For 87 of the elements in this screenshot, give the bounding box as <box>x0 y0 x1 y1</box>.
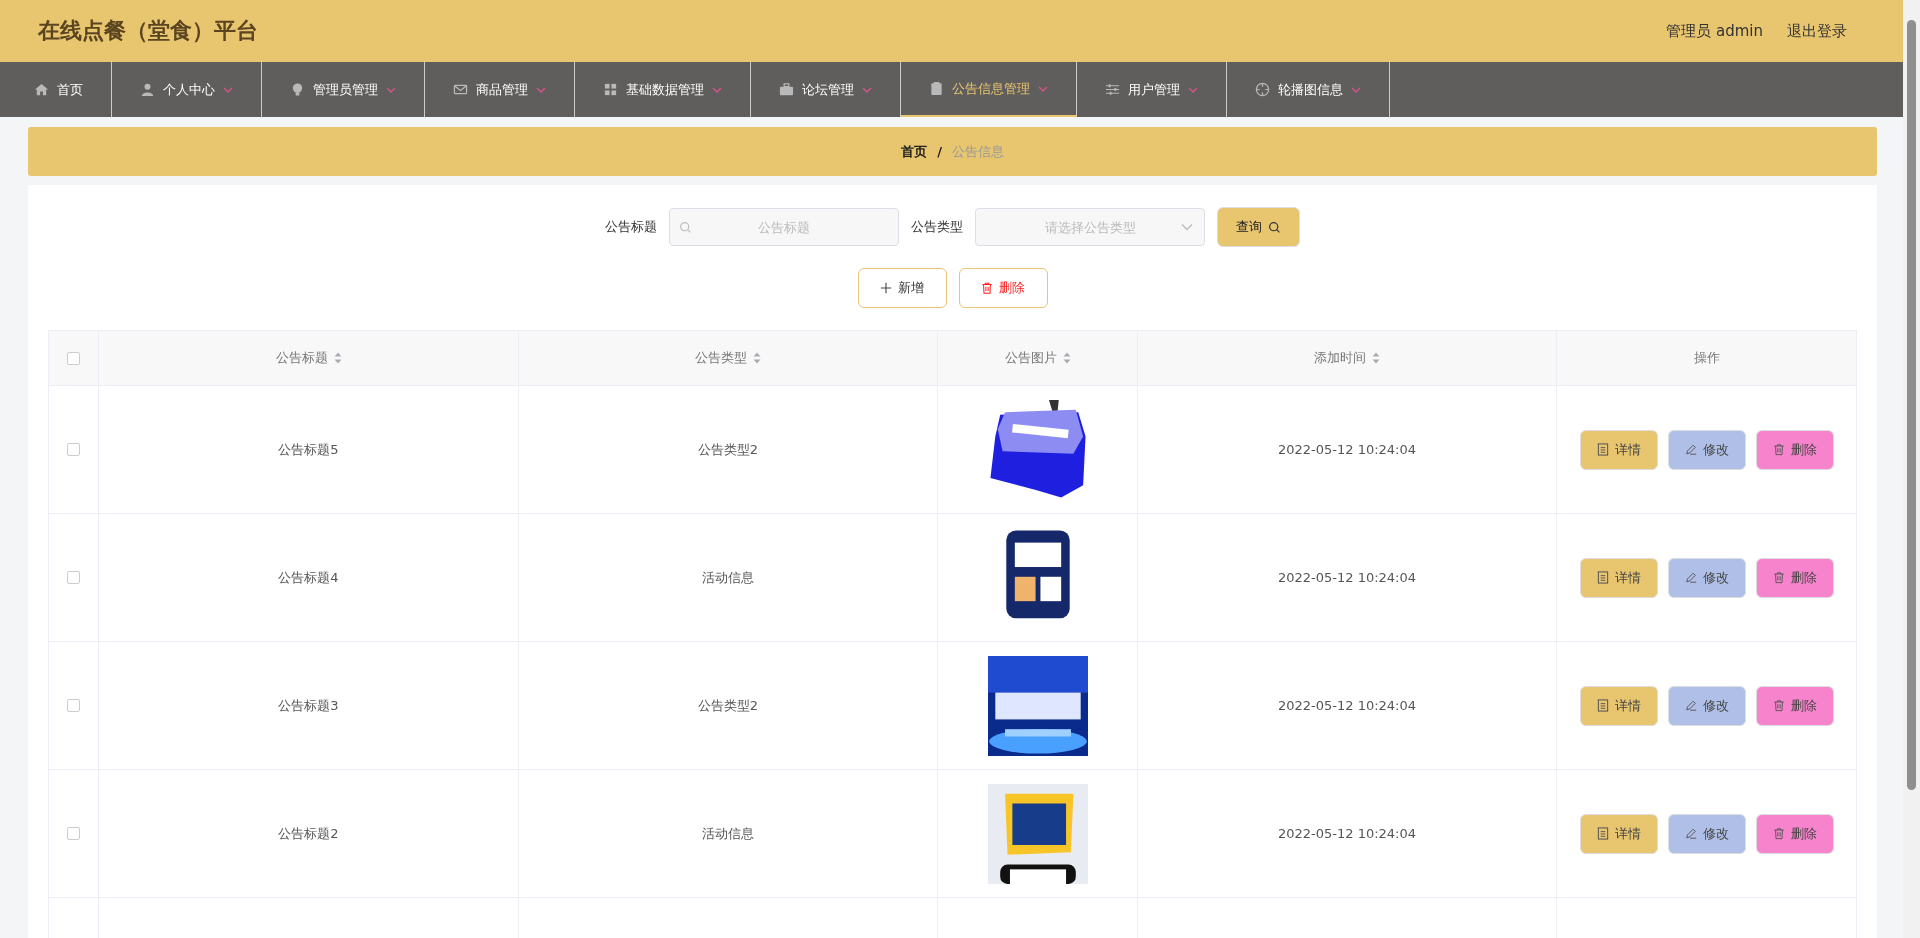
edit-button[interactable]: 修改 <box>1667 685 1746 726</box>
grid-icon <box>603 82 618 97</box>
table-cell: 公告标题4 <box>99 514 519 641</box>
document-icon <box>1596 443 1609 456</box>
delete-button[interactable]: 删除 <box>1755 557 1834 598</box>
nav-tab[interactable]: 用户管理 <box>1077 62 1227 117</box>
breadcrumb-link[interactable]: 首页 <box>901 142 928 161</box>
document-icon <box>1596 571 1609 584</box>
briefcase-icon <box>779 82 794 97</box>
search-icon <box>1268 220 1281 234</box>
nav-tab[interactable]: 商品管理 <box>425 62 575 117</box>
column-header: 公告类型 <box>519 331 938 385</box>
row-checkbox[interactable] <box>67 699 80 712</box>
table-cell: 公告类型2 <box>519 642 938 769</box>
pencil-icon <box>1684 827 1697 840</box>
person-icon <box>140 82 155 97</box>
logout-link[interactable]: 退出登录 <box>1787 21 1847 41</box>
table-cell: 活动信息 <box>519 770 938 897</box>
select-all-checkbox[interactable] <box>67 351 80 365</box>
delete-button[interactable]: 删除 <box>958 268 1048 308</box>
breadcrumb-separator: / <box>937 144 942 159</box>
detail-button[interactable]: 详情 <box>1579 429 1658 470</box>
trash-icon <box>1772 571 1785 584</box>
table-cell: 公告标题5 <box>99 386 519 513</box>
column-header: 公告图片 <box>938 331 1138 385</box>
field-label: 公告标题 <box>605 218 657 236</box>
row-checkbox[interactable] <box>67 827 80 840</box>
nav-tab[interactable]: 首页 <box>6 62 112 117</box>
search-icon <box>679 221 692 234</box>
column-header: 公告标题 <box>99 331 519 385</box>
table-cell: 2022-05-12 10:24:04 <box>1138 514 1557 641</box>
nav-tab[interactable]: 论坛管理 <box>751 62 901 117</box>
query-button[interactable]: 查询 <box>1217 207 1300 247</box>
pencil-icon <box>1684 443 1697 456</box>
nav-tab[interactable]: 个人中心 <box>112 62 262 117</box>
breadcrumb-current: 公告信息 <box>951 142 1004 161</box>
sliders-icon <box>1105 82 1120 97</box>
table-cell: 公告标题3 <box>99 642 519 769</box>
nav-tab[interactable]: 公告信息管理 <box>901 62 1077 117</box>
sort-icon[interactable] <box>1372 352 1380 364</box>
edit-button[interactable]: 修改 <box>1667 557 1746 598</box>
edit-button[interactable]: 修改 <box>1667 813 1746 854</box>
document-icon <box>1596 699 1609 712</box>
nav-tab[interactable]: 管理员管理 <box>262 62 425 117</box>
select-field[interactable]: 请选择公告类型 <box>975 208 1205 246</box>
crosshair-icon <box>1255 82 1270 97</box>
pencil-icon <box>1684 699 1697 712</box>
trash-icon <box>1772 699 1785 712</box>
user-name: 管理员 admin <box>1666 21 1763 41</box>
table-cell: 公告类型2 <box>519 386 938 513</box>
table-cell: 2022-05-12 10:24:04 <box>1138 770 1557 897</box>
trash-icon <box>981 282 993 294</box>
delete-button[interactable]: 删除 <box>1755 813 1834 854</box>
nav-tab[interactable]: 基础数据管理 <box>575 62 751 117</box>
chevron-icon <box>1181 223 1193 231</box>
add-button[interactable]: 新增 <box>857 268 947 308</box>
detail-button[interactable]: 详情 <box>1579 685 1658 726</box>
sort-icon[interactable] <box>1062 352 1071 364</box>
app-title: 在线点餐（堂食）平台 <box>38 17 258 45</box>
pencil-icon <box>1684 571 1697 584</box>
detail-button[interactable]: 详情 <box>1579 813 1658 854</box>
trash-icon <box>1772 827 1785 840</box>
delete-button[interactable]: 删除 <box>1755 429 1834 470</box>
row-checkbox[interactable] <box>67 571 80 584</box>
sort-icon[interactable] <box>333 352 342 364</box>
search-field[interactable]: 公告标题 <box>669 208 899 246</box>
trash-icon <box>1772 443 1785 456</box>
scrollbar[interactable] <box>1903 0 1920 938</box>
detail-button[interactable]: 详情 <box>1579 557 1658 598</box>
table-cell: 活动信息 <box>519 514 938 641</box>
nav-tab[interactable]: 轮播图信息 <box>1227 62 1390 117</box>
field-label: 公告类型 <box>911 218 963 236</box>
row-checkbox[interactable] <box>67 443 80 456</box>
table-cell: 2022-05-12 10:24:04 <box>1138 386 1557 513</box>
clipboard-icon <box>929 81 944 96</box>
sort-icon[interactable] <box>753 352 761 364</box>
delete-button[interactable]: 删除 <box>1755 685 1834 726</box>
edit-button[interactable]: 修改 <box>1667 429 1746 470</box>
document-icon <box>1596 827 1609 840</box>
column-header: 操作 <box>1692 349 1721 367</box>
table-cell: 2022-05-12 10:24:04 <box>1138 642 1557 769</box>
mail-icon <box>453 82 468 97</box>
plus-icon <box>880 282 892 294</box>
column-header: 添加时间 <box>1138 331 1557 385</box>
home-icon <box>34 82 49 97</box>
bulb-icon <box>290 82 305 97</box>
table-cell: 公告标题2 <box>99 770 519 897</box>
